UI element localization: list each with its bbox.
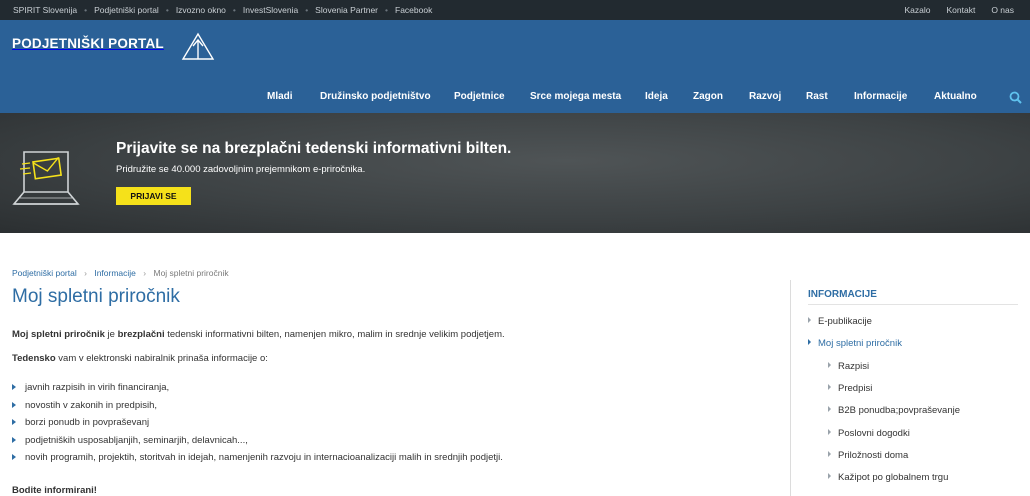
bullet-arrow-icon xyxy=(12,436,16,443)
breadcrumb: Podjetniški portal › Informacije › Moj s… xyxy=(12,268,229,278)
sidebar-item-label: E-publikacije xyxy=(818,316,872,327)
list-item: novostih v zakonih in predpisih, xyxy=(12,400,503,418)
list-item-text: borzi ponudb in povpraševanj xyxy=(25,417,150,428)
chevron-right-icon xyxy=(808,317,811,323)
intro-text-mid: je xyxy=(104,329,118,340)
sidebar-item-label: Poslovni dogodki xyxy=(838,428,910,439)
topbar-link-invest[interactable]: InvestSlovenia xyxy=(243,5,298,15)
topics-list: javnih razpisih in virih financiranja, n… xyxy=(12,382,503,470)
sidebar-subitem-kazipot[interactable]: Kažipot po globalnem trgu xyxy=(828,472,948,483)
chevron-right-icon xyxy=(828,451,831,457)
sidebar-item-label: Razpisi xyxy=(838,361,870,372)
bullet-arrow-icon xyxy=(12,401,16,408)
list-item: novih programih, projektih, storitvah in… xyxy=(12,452,503,470)
list-item-text: podjetniških usposabljanjih, seminarjih,… xyxy=(25,434,248,446)
bullet-arrow-icon xyxy=(12,454,16,460)
breadcrumb-separator: › xyxy=(84,268,87,278)
topbar-link-izvozno[interactable]: Izvozno okno xyxy=(176,5,226,15)
topbar-separator: • xyxy=(165,5,169,15)
logo-arrow-icon xyxy=(181,32,215,60)
sidebar-item-label: Moj spletni priročnik xyxy=(818,338,902,349)
chevron-right-icon xyxy=(828,429,831,435)
intro-bold-free: brezplačni xyxy=(117,329,165,340)
nav-item-druzinsko[interactable]: Družinsko podjetništvo xyxy=(320,91,431,102)
weekly-text: vam v elektronski nabiralnik prinaša inf… xyxy=(55,353,268,364)
closing-bold-text: Bodite informirani! xyxy=(12,485,97,496)
topbar-link-kazalo[interactable]: Kazalo xyxy=(904,5,930,15)
nav-item-razvoj[interactable]: Razvoj xyxy=(749,91,781,102)
bullet-arrow-icon xyxy=(12,384,16,390)
chevron-right-icon xyxy=(828,473,831,479)
sidebar-subitem-b2b[interactable]: B2B ponudba;povpraševanje xyxy=(828,405,960,416)
page-title: Moj spletni priročnik xyxy=(12,286,180,307)
topbar-separator: • xyxy=(385,5,388,15)
laptop-envelope-icon xyxy=(12,151,80,205)
breadcrumb-link-informacije[interactable]: Informacije xyxy=(94,268,136,278)
intro-paragraph: Moj spletni priročnik je brezplačni tede… xyxy=(12,329,505,340)
topbar-link-facebook[interactable]: Facebook xyxy=(395,5,432,15)
nav-item-ideja[interactable]: Ideja xyxy=(645,91,668,102)
sidebar-item-label: Predpisi xyxy=(838,383,873,394)
topbar-link-spirit[interactable]: SPIRIT Slovenija xyxy=(13,5,77,15)
newsletter-banner: Prijavite se na brezplačni tedenski info… xyxy=(0,113,1030,233)
chevron-right-icon xyxy=(828,406,831,412)
list-item: borzi ponudb in povpraševanj xyxy=(12,417,503,435)
nav-item-mladi[interactable]: Mladi xyxy=(267,91,293,102)
sidebar-subitem-predpisi[interactable]: Predpisi xyxy=(828,383,872,394)
sidebar-subitem-poslovni-dogodki[interactable]: Poslovni dogodki xyxy=(828,428,910,439)
chevron-right-icon xyxy=(828,384,831,390)
sidebar-item-label: Kažipot po globalnem trgu xyxy=(838,472,949,483)
chevron-right-icon xyxy=(808,339,811,345)
nav-item-aktualno[interactable]: Aktualno xyxy=(934,91,977,102)
nav-item-srce[interactable]: Srce mojega mesta xyxy=(530,91,621,102)
nav-item-podjetnice[interactable]: Podjetnice xyxy=(454,91,505,102)
sidebar-item-label: B2B ponudba;povpraševanje xyxy=(838,405,961,416)
main-navigation: Mladi Družinsko podjetništvo Podjetnice … xyxy=(0,91,1030,105)
topbar-left-links: SPIRIT Slovenija • Podjetniški portal • … xyxy=(13,5,432,15)
top-utility-bar: SPIRIT Slovenija • Podjetniški portal • … xyxy=(0,0,1030,20)
list-item-text: novostih v zakonih in predpisih, xyxy=(25,399,158,411)
intro-text-rest: tedenski informativni bilten, namenjen m… xyxy=(164,329,505,340)
logo-text: PODJETNIŠKI PORTAL xyxy=(12,36,164,51)
intro-bold-name: Moj spletni priročnik xyxy=(12,329,105,340)
list-item-text: javnih razpisih in virih financiranja, xyxy=(25,382,170,393)
topbar-link-o-nas[interactable]: O nas xyxy=(991,5,1014,15)
sidebar-item-label: Priložnosti doma xyxy=(838,450,909,461)
topbar-link-portal[interactable]: Podjetniški portal xyxy=(94,5,159,15)
topbar-link-partner[interactable]: Slovenia Partner xyxy=(315,5,378,15)
topbar-separator: • xyxy=(232,5,236,15)
banner-title: Prijavite se na brezplačni tedenski info… xyxy=(116,140,512,157)
nav-item-informacije[interactable]: Informacije xyxy=(854,91,907,102)
list-item-text: novih programih, projektih, storitvah in… xyxy=(25,452,503,463)
weekly-bold: Tedensko xyxy=(12,353,56,364)
breadcrumb-separator: › xyxy=(143,268,147,278)
site-logo[interactable]: PODJETNIŠKI PORTAL xyxy=(12,32,215,60)
topbar-separator: • xyxy=(305,5,309,15)
sidebar-item-e-publikacije[interactable]: E-publikacije xyxy=(808,316,872,327)
breadcrumb-link-home[interactable]: Podjetniški portal xyxy=(12,268,77,278)
weekly-paragraph: Tedensko vam v elektronski nabiralnik pr… xyxy=(12,353,268,364)
site-header: PODJETNIŠKI PORTAL Mladi Družinsko podje… xyxy=(0,20,1030,113)
chevron-right-icon xyxy=(828,362,831,368)
list-item: podjetniških usposabljanjih, seminarjih,… xyxy=(12,435,503,453)
sidebar-item-moj-spletni-prirocnik[interactable]: Moj spletni priročnik xyxy=(808,338,902,349)
sidebar-divider xyxy=(808,304,1018,305)
search-icon[interactable] xyxy=(1009,91,1022,104)
sidebar-heading: INFORMACIJE xyxy=(808,289,877,300)
list-item: javnih razpisih in virih financiranja, xyxy=(12,382,503,400)
nav-item-zagon[interactable]: Zagon xyxy=(693,91,723,102)
banner-subtitle: Pridružite se 40.000 zadovoljnim prejemn… xyxy=(116,164,366,175)
topbar-right-links: Kazalo Kontakt O nas xyxy=(888,5,1014,15)
topbar-separator: • xyxy=(84,5,88,15)
subscribe-button[interactable]: PRIJAVI SE xyxy=(116,187,191,205)
bullet-arrow-icon xyxy=(12,419,16,425)
topbar-link-kontakt[interactable]: Kontakt xyxy=(946,5,975,15)
sidebar-subitem-priloznosti-doma[interactable]: Priložnosti doma xyxy=(828,450,908,461)
nav-item-rast[interactable]: Rast xyxy=(806,91,828,102)
column-divider xyxy=(790,280,791,496)
sidebar-subitem-razpisi[interactable]: Razpisi xyxy=(828,361,869,372)
breadcrumb-current: Moj spletni priročnik xyxy=(153,268,229,278)
